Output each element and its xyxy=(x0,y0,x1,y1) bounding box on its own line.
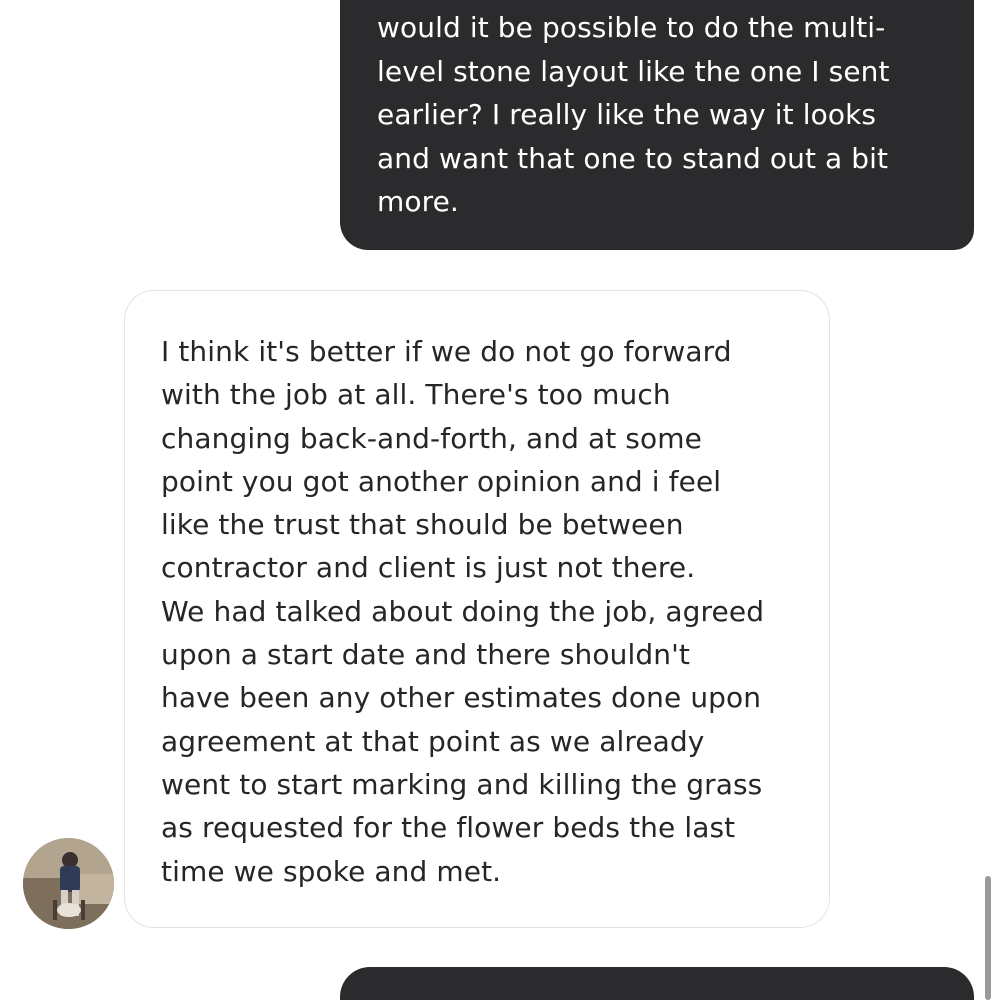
avatar-photo-icon xyxy=(23,838,114,929)
scrollbar-thumb[interactable] xyxy=(985,876,991,1000)
contact-avatar[interactable] xyxy=(23,838,114,929)
outgoing-message-bubble[interactable]: would it be possible to do the multi- le… xyxy=(340,0,974,250)
incoming-message-bubble[interactable]: I think it's better if we do not go forw… xyxy=(124,290,830,928)
outgoing-message-bubble-partial[interactable] xyxy=(340,967,974,1000)
incoming-message-text: I think it's better if we do not go forw… xyxy=(161,335,765,888)
message-thread[interactable]: would it be possible to do the multi- le… xyxy=(0,0,1000,1000)
outgoing-message-text: would it be possible to do the multi- le… xyxy=(377,11,890,218)
